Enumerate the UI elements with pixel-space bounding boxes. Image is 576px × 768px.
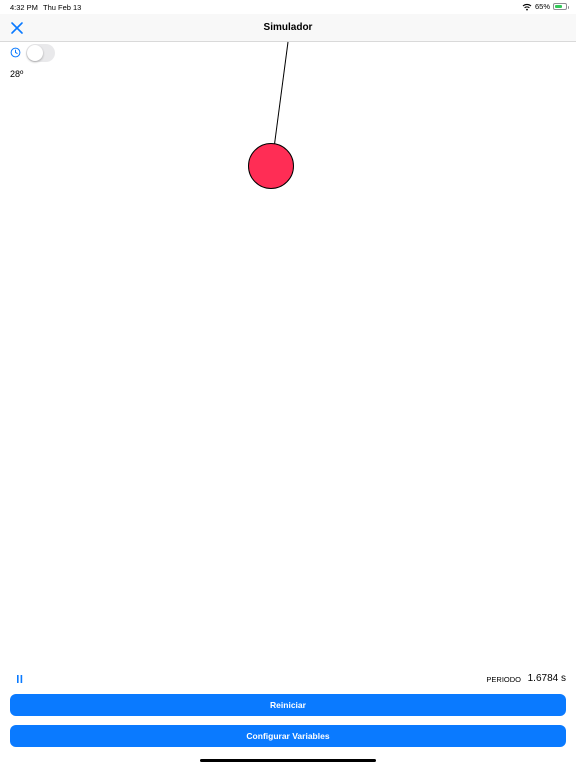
battery-level-fill <box>555 5 562 8</box>
battery-cap <box>567 5 569 9</box>
home-indicator <box>200 759 376 762</box>
pendulum-view <box>248 41 294 189</box>
status-indicators: 65% <box>522 2 569 11</box>
toggle-knob <box>27 45 43 61</box>
status-bar: 4:32 PM Thu Feb 13 65% <box>0 0 576 14</box>
pause-icon <box>17 675 23 683</box>
configure-variables-button[interactable]: Configurar Variables <box>10 725 566 747</box>
period-value: 1.6784 s <box>527 673 566 684</box>
period-label: PERIODO <box>486 675 521 684</box>
status-time: 4:32 PM <box>10 3 38 12</box>
status-date: Thu Feb 13 <box>43 3 82 12</box>
wifi-icon <box>522 3 532 10</box>
pendulum-string <box>274 41 289 144</box>
simulator-screen: 4:32 PM Thu Feb 13 65% Simulador 28º PER… <box>0 0 576 768</box>
pause-button[interactable] <box>15 673 25 685</box>
restart-button[interactable]: Reiniciar <box>10 694 566 716</box>
timer-icon <box>10 47 21 58</box>
page-title: Simulador <box>263 22 313 33</box>
timer-toggle[interactable] <box>26 44 55 62</box>
battery-charging-icon <box>553 3 569 10</box>
navigation-bar: Simulador <box>0 14 576 42</box>
battery-percent: 65% <box>534 2 550 11</box>
angle-label: 28º <box>10 69 24 79</box>
pendulum-bob <box>248 143 294 189</box>
